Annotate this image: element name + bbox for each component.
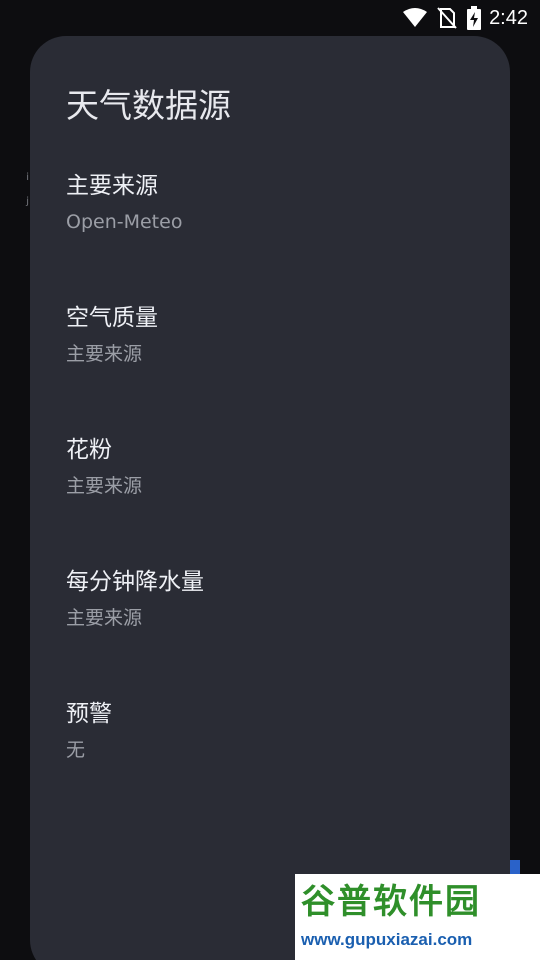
wifi-icon bbox=[403, 8, 428, 28]
pref-main-source[interactable]: 主要来源 Open-Meteo bbox=[66, 171, 486, 281]
background-hint-text: ᵢ ʲ bbox=[26, 160, 29, 220]
pref-air-quality[interactable]: 空气质量 主要来源 bbox=[66, 303, 486, 413]
pref-pollen[interactable]: 花粉 主要来源 bbox=[66, 435, 486, 545]
battery-charging-icon bbox=[467, 6, 482, 30]
watermark-logo: 谷普软件园 www.gupuxiazai.com bbox=[295, 874, 540, 960]
pref-summary: 主要来源 bbox=[66, 343, 143, 365]
weather-source-dialog: 天气数据源 主要来源 Open-Meteo 空气质量 主要来源 花粉 主要来源 … bbox=[30, 36, 510, 960]
pref-title: 预警 bbox=[66, 701, 112, 727]
pref-minutely-precipitation[interactable]: 每分钟降水量 主要来源 bbox=[66, 567, 486, 677]
pref-title: 花粉 bbox=[66, 437, 112, 463]
screen: 2:42 ᵢ ʲ 天气数据源 主要来源 Open-Meteo 空气质量 主要来源… bbox=[0, 0, 540, 960]
watermark-url: www.gupuxiazai.com bbox=[301, 930, 473, 949]
pref-summary: 主要来源 bbox=[66, 475, 143, 497]
pref-alerts[interactable]: 预警 无 bbox=[66, 699, 486, 809]
pref-title: 空气质量 bbox=[66, 305, 158, 331]
status-bar: 2:42 bbox=[0, 0, 540, 36]
pref-title: 每分钟降水量 bbox=[66, 569, 204, 595]
status-time: 2:42 bbox=[489, 6, 528, 29]
pref-summary: Open-Meteo bbox=[66, 211, 183, 233]
background-hint-line: ʲ bbox=[26, 194, 30, 215]
pref-summary: 主要来源 bbox=[66, 607, 143, 629]
dialog-title: 天气数据源 bbox=[66, 86, 231, 125]
no-sim-icon bbox=[437, 7, 457, 29]
pref-summary: 无 bbox=[66, 739, 86, 761]
pref-title: 主要来源 bbox=[66, 173, 158, 199]
watermark-brand: 谷普软件园 bbox=[301, 882, 481, 922]
background-hint-line: ᵢ bbox=[26, 164, 30, 185]
